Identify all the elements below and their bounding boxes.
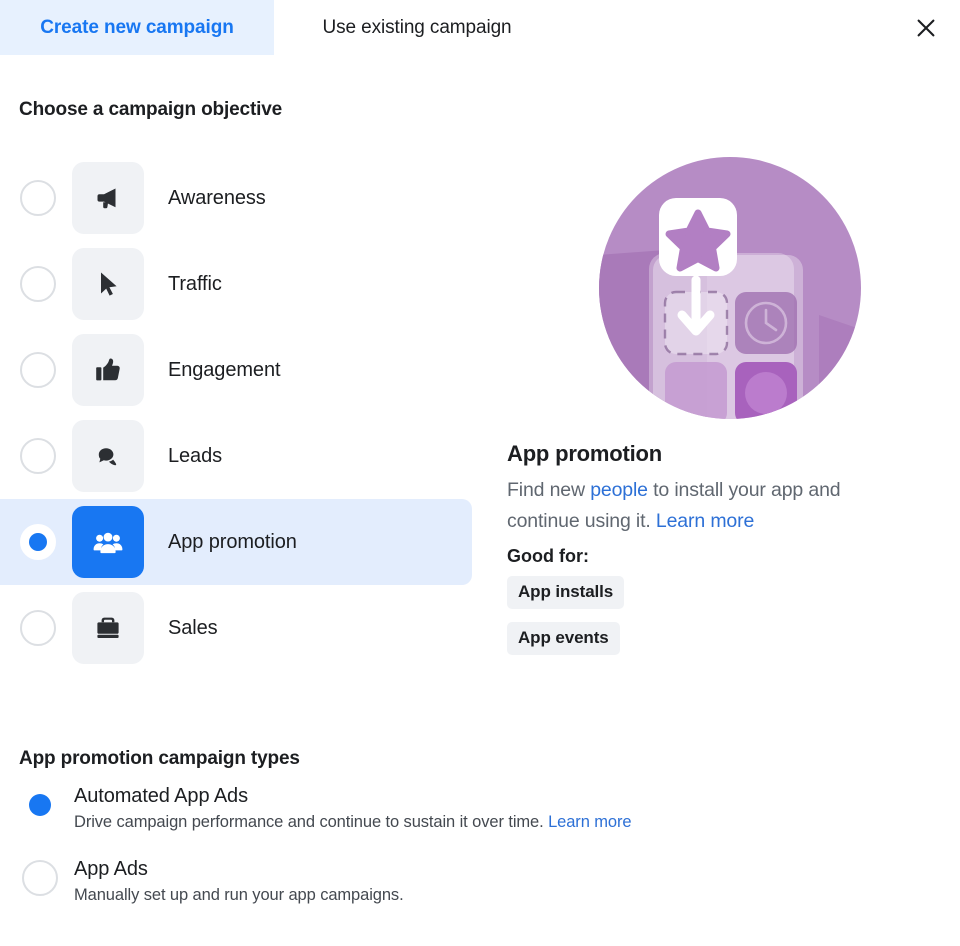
objective-label-engagement: Engagement: [168, 358, 281, 381]
objective-label-traffic: Traffic: [168, 272, 222, 295]
megaphone-icon: [72, 162, 144, 234]
objective-row-awareness[interactable]: Awareness: [0, 155, 472, 241]
thumbs-up-icon: [72, 334, 144, 406]
radio-app-ads[interactable]: [22, 860, 58, 896]
radio-automated-app-ads[interactable]: [22, 787, 58, 823]
radio-leads[interactable]: [20, 438, 56, 474]
objective-row-app-promotion[interactable]: App promotion: [0, 499, 472, 585]
objective-label-awareness: Awareness: [168, 186, 266, 209]
objective-detail-panel: App promotion Find new people to install…: [505, 155, 945, 668]
objective-label-app-promotion: App promotion: [168, 530, 297, 553]
campaign-type-name-automated-app-ads: Automated App Ads: [74, 785, 248, 807]
tab-create-new-campaign[interactable]: Create new campaign: [0, 0, 274, 55]
radio-app-promotion[interactable]: [20, 524, 56, 560]
chip-app-events: App events: [507, 622, 620, 655]
tab-use-existing-campaign[interactable]: Use existing campaign: [274, 0, 560, 55]
objective-row-traffic[interactable]: Traffic: [0, 241, 472, 327]
people-group-icon: [72, 506, 144, 578]
campaign-type-learn-more-link[interactable]: Learn more: [548, 813, 631, 831]
campaign-type-text-app-ads: App Ads Manually set up and run your app…: [74, 858, 404, 905]
campaign-type-text-automated-app-ads: Automated App Ads Drive campaign perform…: [74, 785, 632, 832]
objective-label-leads: Leads: [168, 444, 222, 467]
radio-traffic[interactable]: [20, 266, 56, 302]
cursor-icon: [72, 248, 144, 320]
campaign-objective-dialog: Create new campaign Use existing campaig…: [0, 0, 960, 946]
detail-learn-more-link[interactable]: Learn more: [656, 510, 754, 532]
briefcase-icon: [72, 592, 144, 664]
campaign-type-desc-app-ads: Manually set up and run your app campaig…: [74, 886, 404, 904]
tab-create-new-campaign-label: Create new campaign: [40, 16, 234, 38]
radio-awareness[interactable]: [20, 180, 56, 216]
objective-label-sales: Sales: [168, 616, 218, 639]
detail-desc-part1: Find new: [507, 479, 591, 501]
speech-bubbles-icon: [72, 420, 144, 492]
tab-bar: Create new campaign Use existing campaig…: [0, 0, 960, 56]
detail-description: Find new people to install your app and …: [507, 475, 917, 537]
objective-section-title: Choose a campaign objective: [19, 99, 283, 120]
objective-list: Awareness Traffic Engagement Leads App p…: [0, 155, 480, 671]
campaign-type-row-app-ads[interactable]: App Ads Manually set up and run your app…: [0, 858, 800, 905]
campaign-type-row-automated-app-ads[interactable]: Automated App Ads Drive campaign perform…: [0, 785, 800, 832]
people-link[interactable]: people: [590, 479, 648, 501]
detail-title: App promotion: [507, 441, 663, 466]
radio-sales[interactable]: [20, 610, 56, 646]
app-promotion-illustration: [597, 155, 863, 421]
campaign-type-name-app-ads: App Ads: [74, 858, 148, 880]
radio-engagement[interactable]: [20, 352, 56, 388]
campaign-type-desc-automated-app-ads: Drive campaign performance and continue …: [74, 813, 632, 832]
objective-row-leads[interactable]: Leads: [0, 413, 472, 499]
objective-row-sales[interactable]: Sales: [0, 585, 472, 671]
good-for-chips: App installs App events: [507, 576, 945, 668]
close-icon: [914, 16, 938, 40]
objective-row-engagement[interactable]: Engagement: [0, 327, 472, 413]
campaign-type-desc-text-automated: Drive campaign performance and continue …: [74, 813, 549, 831]
close-button[interactable]: [906, 8, 946, 48]
campaign-types-title: App promotion campaign types: [19, 748, 300, 769]
campaign-types-list: Automated App Ads Drive campaign perform…: [0, 785, 800, 905]
good-for-label: Good for:: [507, 546, 589, 566]
tab-use-existing-campaign-label: Use existing campaign: [322, 16, 512, 38]
chip-app-installs: App installs: [507, 576, 625, 609]
